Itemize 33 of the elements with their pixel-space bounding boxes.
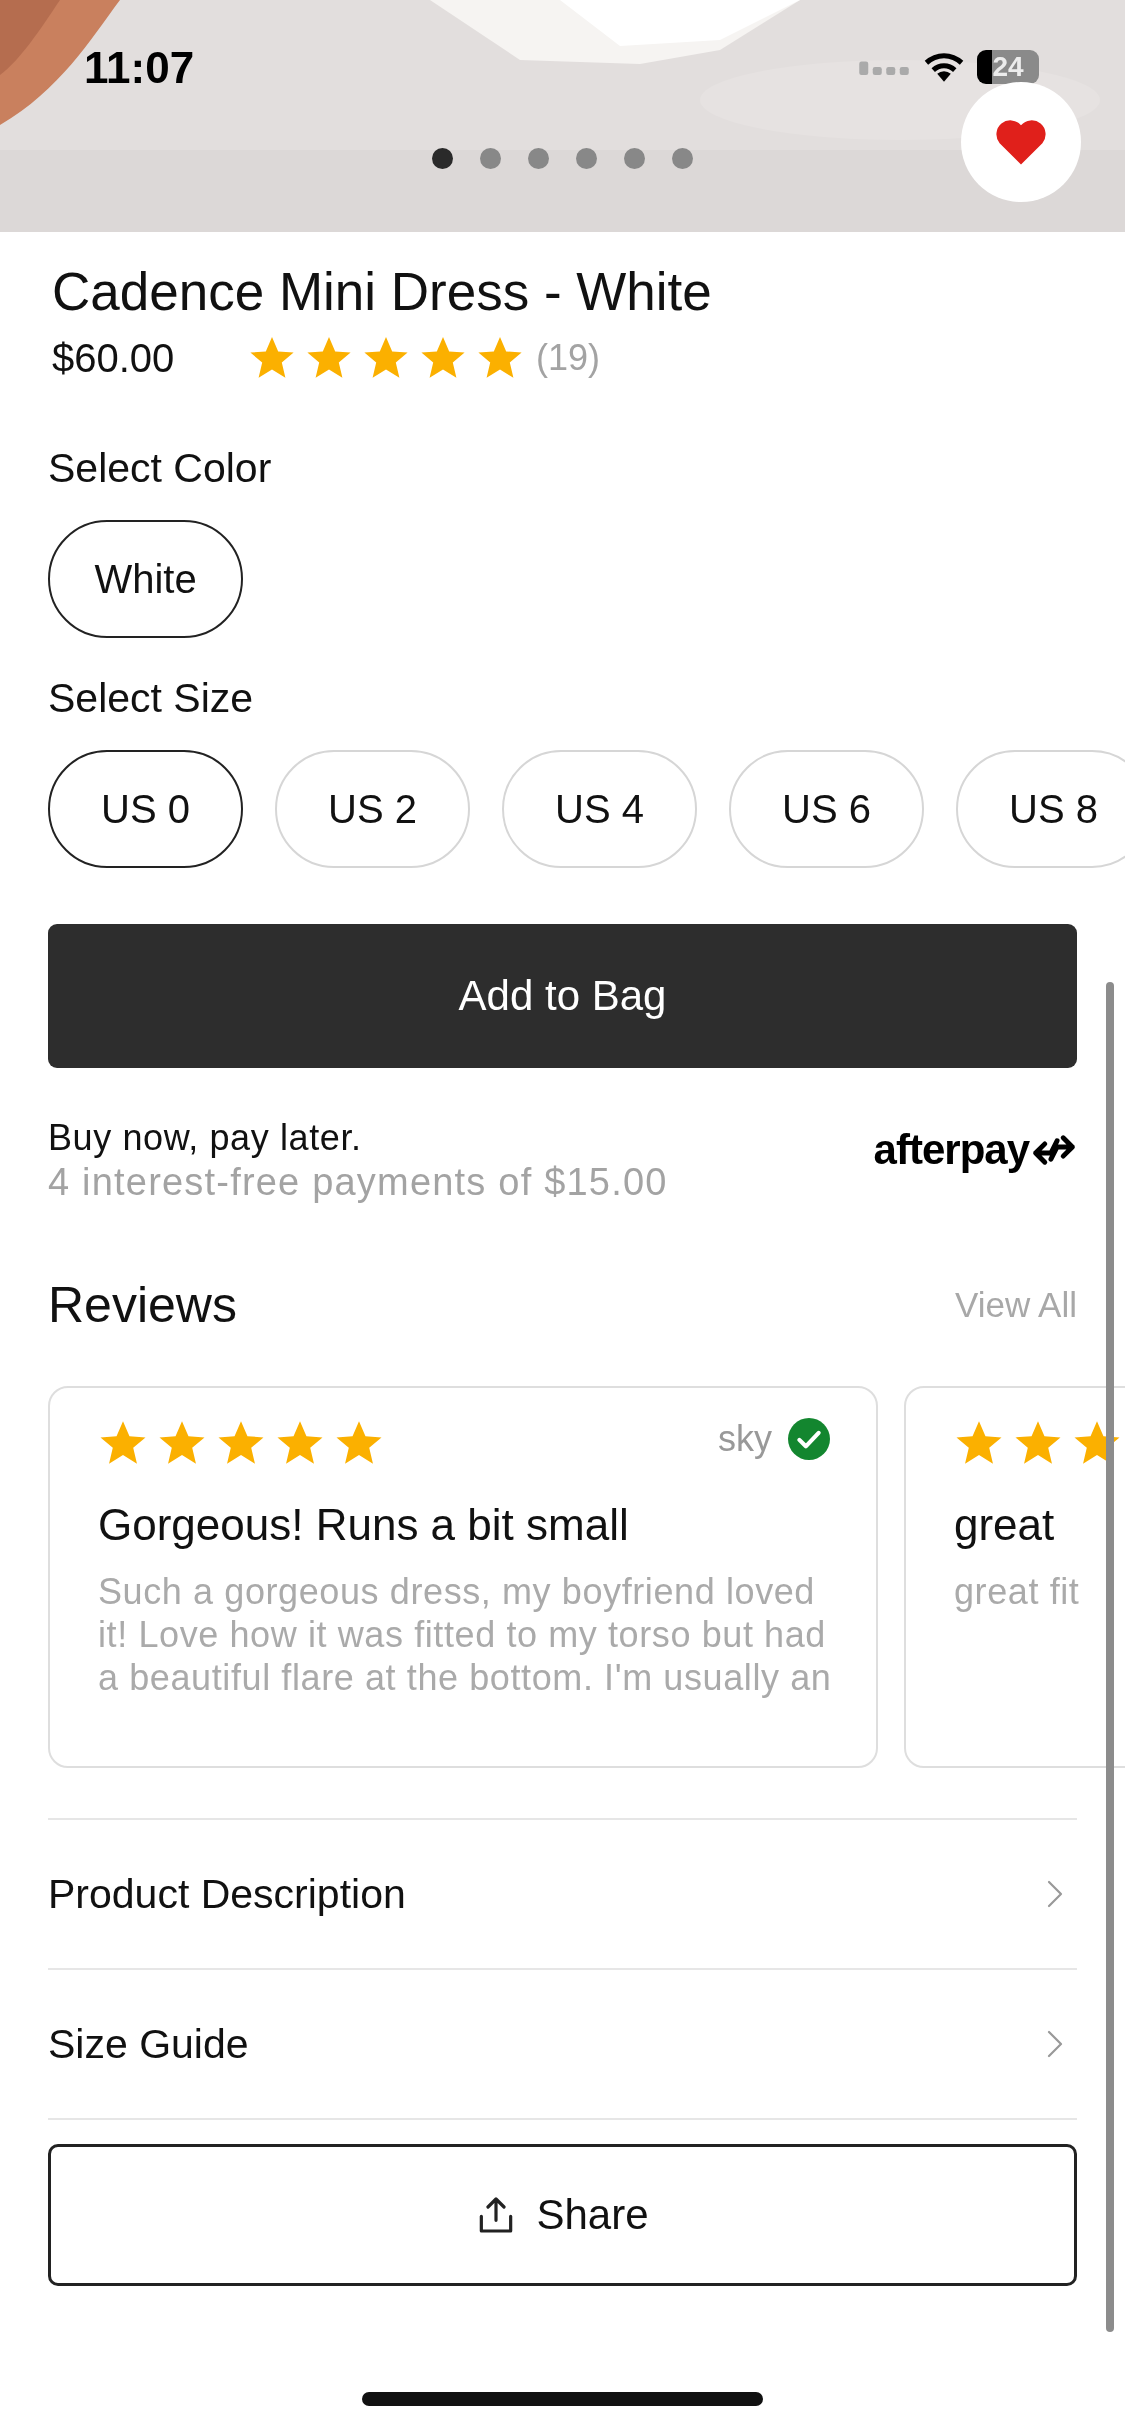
review-card[interactable]: sky Gorgeous! Runs a bit small Such a gorgeous dress, my boyfriend loved it! Love how it was fitted to my torso but had a beautiful flare at the bottom. I'm usually an	[48, 1386, 878, 1768]
add-to-bag-button[interactable]: Add to Bag	[48, 924, 1077, 1068]
color-option[interactable]: White	[48, 520, 243, 638]
review-title: Gorgeous! Runs a bit small	[98, 1499, 630, 1551]
heart-icon	[994, 117, 1048, 167]
menu-label: Product Description	[48, 1870, 406, 1918]
size-option[interactable]: US 2	[275, 750, 470, 868]
reviewer-name: sky	[718, 1418, 772, 1460]
product-title: Cadence Mini Dress - White	[52, 262, 713, 322]
product-price: $60.00	[52, 335, 176, 381]
afterpay-logo: afterpay	[873, 1126, 1029, 1174]
review-title: great	[954, 1499, 1056, 1551]
section-label: Select Color	[48, 444, 273, 492]
chevron-right-icon	[1047, 2029, 1063, 2059]
section-label: Select Size	[48, 674, 255, 722]
review-count: (19)	[536, 337, 601, 379]
menu-label: Size Guide	[48, 2020, 249, 2068]
review-text: Such a gorgeous dress, my boyfriend loved it! Love how it was fitted to my torso but had a beautiful flare at the bottom. I'm usually an	[98, 1570, 833, 1699]
size-option[interactable]: US 4	[502, 750, 697, 868]
size-option[interactable]: US 6	[729, 750, 924, 868]
battery-level: 24	[992, 50, 1024, 84]
size-option[interactable]: US 8	[956, 750, 1125, 868]
menu-row[interactable]: Size Guide	[48, 1970, 1077, 2120]
afterpay-headline: Buy now, pay later.	[48, 1116, 363, 1160]
review-text: great fit	[954, 1570, 1081, 1613]
afterpay-detail: 4 interest-free payments of $15.00	[48, 1160, 668, 1204]
signal-icon	[857, 58, 911, 76]
menu-row[interactable]: Product Description	[48, 1820, 1077, 1970]
chevron-right-icon	[1047, 1879, 1063, 1909]
status-time: 11:07	[84, 42, 195, 94]
section-heading: Reviews	[48, 1276, 237, 1334]
share-button[interactable]: Share	[48, 2144, 1077, 2286]
size-option[interactable]: US 0	[48, 750, 243, 868]
